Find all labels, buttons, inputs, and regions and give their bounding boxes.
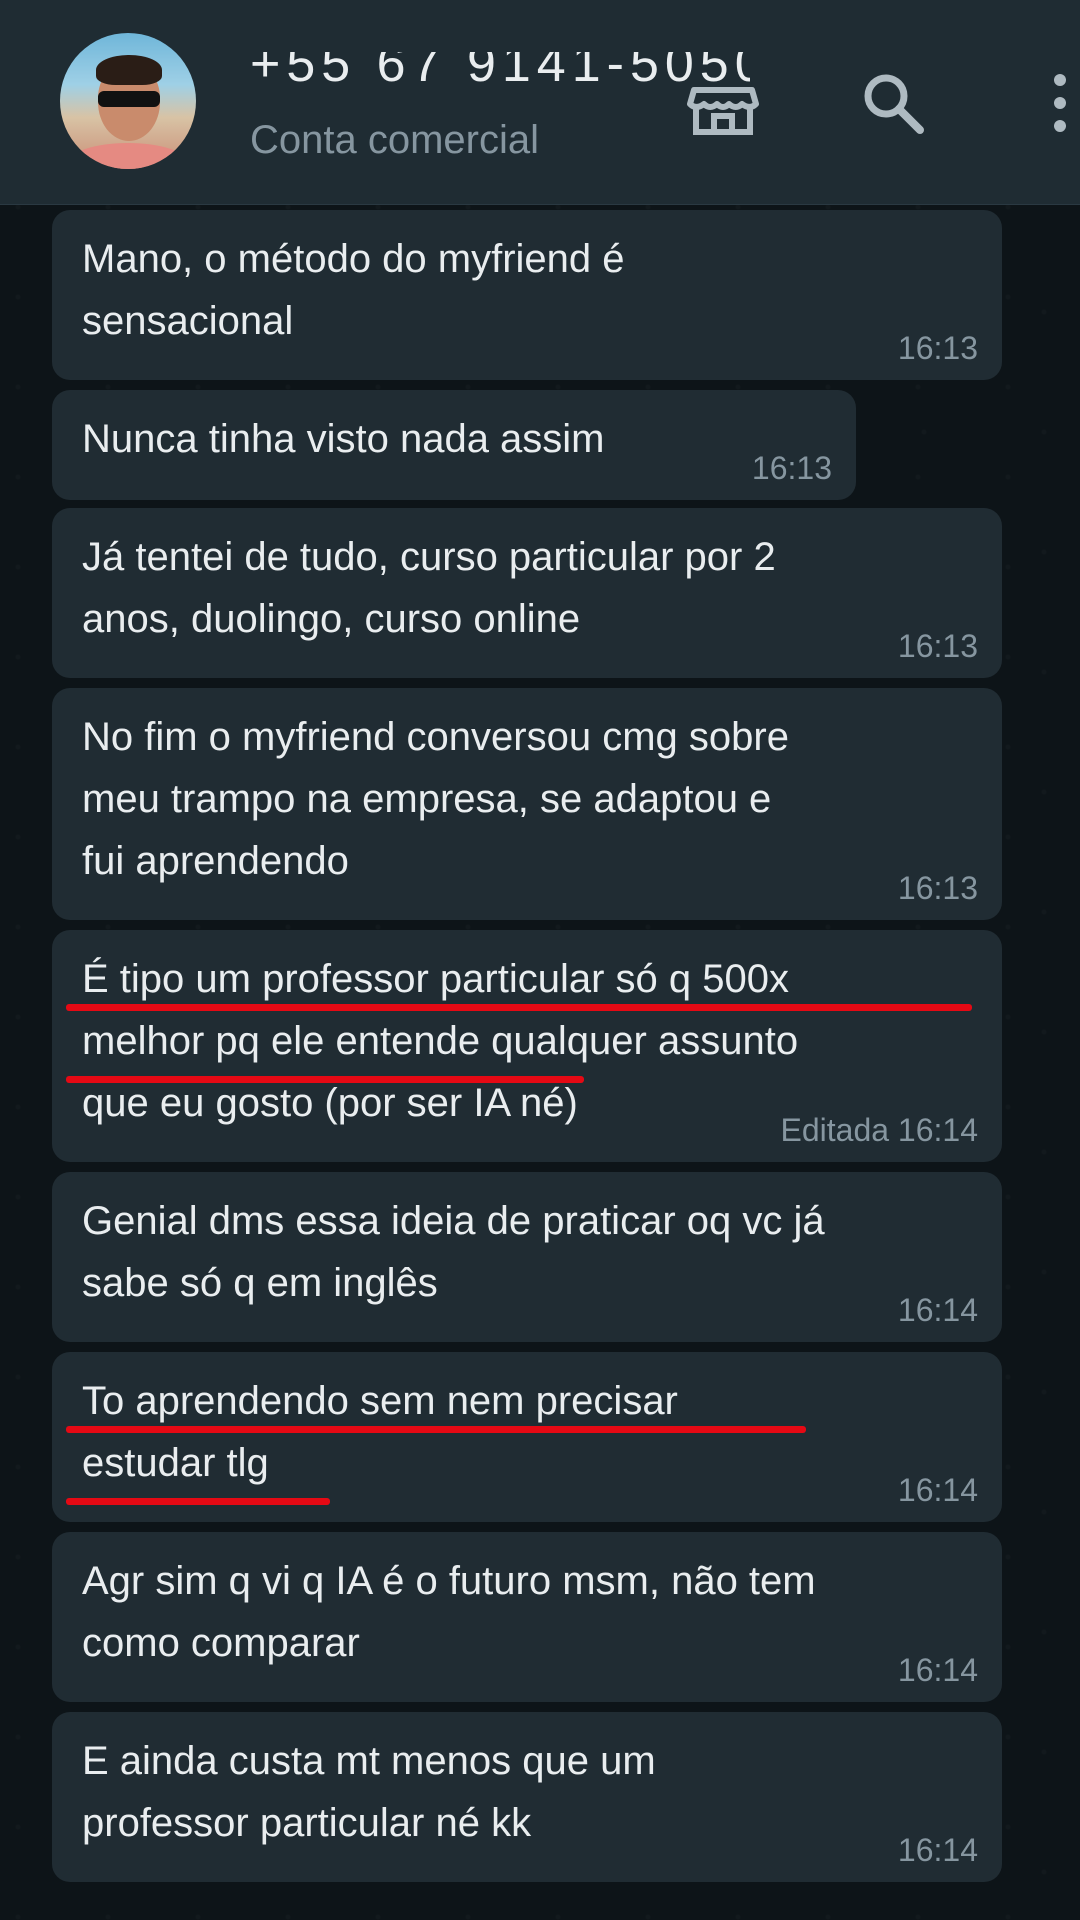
message-bubble[interactable]: É tipo um professor particular só q 500x… xyxy=(52,930,1002,1162)
message-text: Nunca tinha visto nada assim xyxy=(82,417,605,461)
message-text: E ainda custa mt menos que um professor … xyxy=(82,1739,656,1845)
message-bubble[interactable]: Agr sim q vi q IA é o futuro msm, não te… xyxy=(52,1532,1002,1702)
message-text: É tipo um professor particular só q 500x… xyxy=(82,957,799,1125)
contact-name[interactable]: +55 67 9141-5050 xyxy=(250,52,750,90)
message-bubble[interactable]: No fim o myfriend conversou cmg sobre me… xyxy=(52,688,1002,920)
message-text: No fim o myfriend conversou cmg sobre me… xyxy=(82,715,789,883)
message-time: 16:14 xyxy=(897,1832,978,1868)
contact-avatar[interactable] xyxy=(60,33,196,169)
message-time: 16:14 xyxy=(897,1652,978,1688)
contact-subtitle: Conta comercial xyxy=(250,118,540,162)
message-time: 16:13 xyxy=(897,628,978,664)
message-text: Já tentei de tudo, curso particular por … xyxy=(82,535,776,641)
message-bubble[interactable]: Mano, o método do myfriend é sensacional… xyxy=(52,210,1002,380)
chat-screen: +55 67 9141-5050 Conta comercial Mano, o… xyxy=(0,0,1080,1920)
message-time: 16:13 xyxy=(897,330,978,366)
message-bubble[interactable]: Nunca tinha visto nada assim 16:13 xyxy=(52,390,856,500)
message-bubble[interactable]: Genial dms essa ideia de praticar oq vc … xyxy=(52,1172,1002,1342)
message-text: Genial dms essa ideia de praticar oq vc … xyxy=(82,1199,825,1305)
store-icon[interactable] xyxy=(684,70,762,136)
message-time: 16:13 xyxy=(751,450,832,486)
message-time: 16:14 xyxy=(897,1472,978,1508)
search-icon[interactable] xyxy=(860,70,926,136)
message-bubble[interactable]: E ainda custa mt menos que um professor … xyxy=(52,1712,1002,1882)
more-vert-icon[interactable] xyxy=(1050,70,1070,136)
highlight-underline xyxy=(66,1426,806,1433)
message-text: Mano, o método do myfriend é sensacional xyxy=(82,237,625,343)
highlight-underline xyxy=(66,1004,972,1011)
highlight-underline xyxy=(66,1498,330,1505)
message-time: 16:13 xyxy=(897,870,978,906)
highlight-underline xyxy=(66,1076,584,1083)
message-text: Agr sim q vi q IA é o futuro msm, não te… xyxy=(82,1559,816,1665)
message-bubble[interactable]: To aprendendo sem nem precisar estudar t… xyxy=(52,1352,1002,1522)
message-time: Editada 16:14 xyxy=(780,1112,979,1148)
chat-header: +55 67 9141-5050 Conta comercial xyxy=(0,0,1080,205)
message-list[interactable]: Mano, o método do myfriend é sensacional… xyxy=(0,204,1080,1920)
message-bubble[interactable]: Já tentei de tudo, curso particular por … xyxy=(52,508,1002,678)
message-time: 16:14 xyxy=(897,1292,978,1328)
